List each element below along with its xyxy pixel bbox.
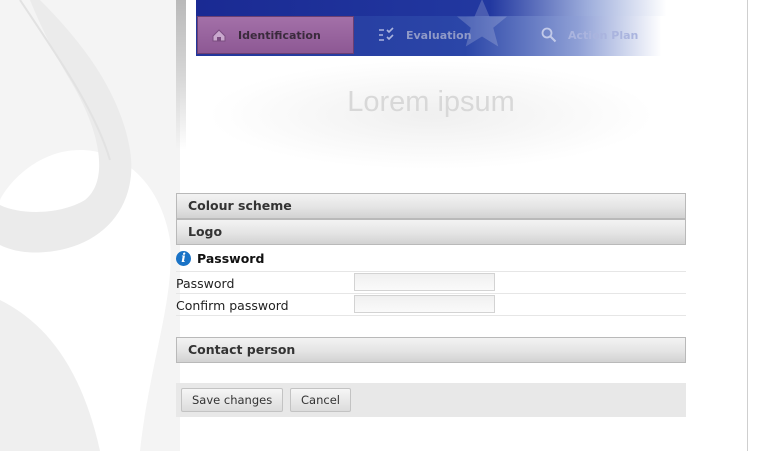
actions-bar: Save changes Cancel xyxy=(176,383,686,417)
tab-action-plan[interactable]: Action Plan xyxy=(528,16,668,54)
side-rail xyxy=(176,0,186,150)
password-label: Password xyxy=(176,276,235,291)
section-password-title: i Password xyxy=(176,247,264,269)
page-right-border xyxy=(747,0,748,451)
password-input[interactable] xyxy=(354,273,495,291)
cancel-button[interactable]: Cancel xyxy=(290,388,351,412)
tab-identification[interactable]: Identification xyxy=(197,16,354,54)
password-heading: Password xyxy=(197,250,265,266)
info-icon[interactable]: i xyxy=(176,250,191,266)
form-divider xyxy=(176,315,686,316)
tab-label: Identification xyxy=(238,28,321,42)
checklist-icon xyxy=(378,26,396,44)
save-changes-button[interactable]: Save changes xyxy=(181,388,284,412)
tab-evaluation[interactable]: Evaluation xyxy=(366,16,516,54)
page-frame: Identification Evaluation Action Plan Lo… xyxy=(176,0,686,451)
page-title: Lorem ipsum xyxy=(347,86,515,118)
confirm-password-row: Confirm password xyxy=(176,293,686,316)
magnifier-icon xyxy=(540,26,558,44)
section-contact-person[interactable]: Contact person xyxy=(176,337,686,363)
house-icon xyxy=(210,26,228,44)
password-row: Password xyxy=(176,271,686,294)
section-logo[interactable]: Logo xyxy=(176,219,686,245)
section-colour-scheme[interactable]: Colour scheme xyxy=(176,193,686,219)
tab-label: Evaluation xyxy=(406,28,472,42)
confirm-password-label: Confirm password xyxy=(176,298,289,313)
background-swoosh xyxy=(0,0,180,451)
confirm-password-input[interactable] xyxy=(354,295,495,313)
tab-label: Action Plan xyxy=(568,28,639,42)
banner-top-strip xyxy=(196,0,686,16)
